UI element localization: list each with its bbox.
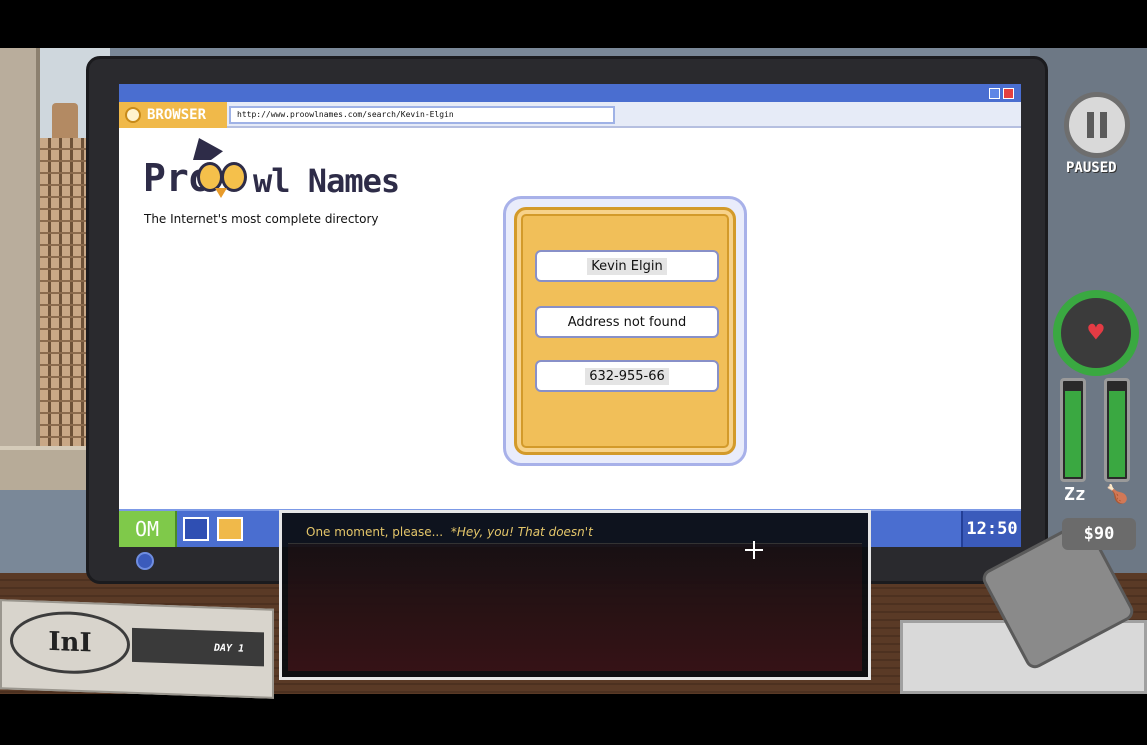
result-address-field[interactable]: Address not found	[535, 306, 719, 338]
paused-label: PAUSED	[1066, 160, 1117, 176]
dialogue-text: One moment, please...	[306, 525, 444, 539]
result-phone-field[interactable]: 632-955-66	[535, 360, 719, 392]
hud-panel: PAUSED ♥ Zz 🍗 $90	[1050, 80, 1147, 640]
hunger-meter-fill	[1109, 391, 1125, 477]
dialogue-backdrop	[288, 543, 862, 671]
sleep-meter	[1060, 378, 1086, 482]
water-tower	[52, 103, 78, 138]
dialogue-quote: *Hey, you! That doesn't	[450, 525, 593, 539]
result-name: Kevin Elgin	[587, 257, 667, 275]
food-icon: 🍗	[1106, 484, 1129, 505]
logo-text-right: wl Names	[253, 162, 400, 200]
owl-eye-icon	[197, 162, 223, 192]
result-card-frame: Kevin Elgin Address not found 632-955-66	[503, 196, 747, 466]
browser-app-icon[interactable]	[217, 517, 243, 541]
owl-hat-icon	[193, 138, 223, 160]
sleep-meter-fill	[1065, 391, 1081, 477]
hunger-meter	[1104, 378, 1130, 482]
house-app-icon[interactable]	[183, 517, 209, 541]
result-address: Address not found	[567, 314, 687, 330]
newspaper[interactable]: InI DAY 1	[0, 599, 274, 699]
site-tagline: The Internet's most complete directory	[144, 212, 379, 226]
close-button[interactable]	[1003, 88, 1014, 99]
pause-icon	[1087, 112, 1107, 138]
owl-eye-icon	[221, 162, 247, 192]
site-logo: Pro wl Names	[143, 136, 423, 206]
window-titlebar	[119, 84, 1021, 102]
computer-screen: BROWSER http://www.proowlnames.com/searc…	[119, 84, 1021, 547]
newspaper-masthead: InI	[10, 609, 130, 676]
window-frame	[0, 48, 40, 478]
browser-tab-label: BROWSER	[147, 107, 207, 123]
health-ring: ♥	[1053, 290, 1139, 376]
minimize-button[interactable]	[989, 88, 1000, 99]
browser-tab[interactable]: BROWSER	[119, 102, 227, 128]
result-card: Kevin Elgin Address not found 632-955-66	[514, 207, 736, 455]
owl-beak-icon	[215, 188, 227, 198]
result-name-field[interactable]: Kevin Elgin	[535, 250, 719, 282]
sleep-icon: Zz	[1064, 484, 1086, 505]
building	[40, 138, 92, 448]
dialogue-box[interactable]: One moment, please... *Hey, you! That do…	[279, 510, 871, 680]
result-phone: 632-955-66	[585, 367, 669, 385]
power-button[interactable]	[136, 552, 154, 570]
newspaper-band	[132, 627, 264, 667]
stopwatch-pause-button[interactable]	[1064, 92, 1130, 158]
heart-icon: ♥	[1088, 318, 1104, 348]
day-label: DAY 1	[214, 642, 245, 655]
start-button[interactable]: OM	[119, 511, 177, 547]
taskbar-clock: 12:50	[961, 511, 1021, 547]
browser-toolbar: BROWSER http://www.proowlnames.com/searc…	[119, 102, 1021, 128]
address-bar[interactable]: http://www.proowlnames.com/search/Kevin-…	[229, 106, 615, 124]
money-display: $90	[1062, 518, 1136, 550]
monitor: BROWSER http://www.proowlnames.com/searc…	[86, 56, 1048, 584]
owl-icon	[125, 107, 141, 123]
crosshair-cursor-icon	[745, 541, 763, 559]
dialogue-line: One moment, please... *Hey, you! That do…	[306, 525, 593, 539]
